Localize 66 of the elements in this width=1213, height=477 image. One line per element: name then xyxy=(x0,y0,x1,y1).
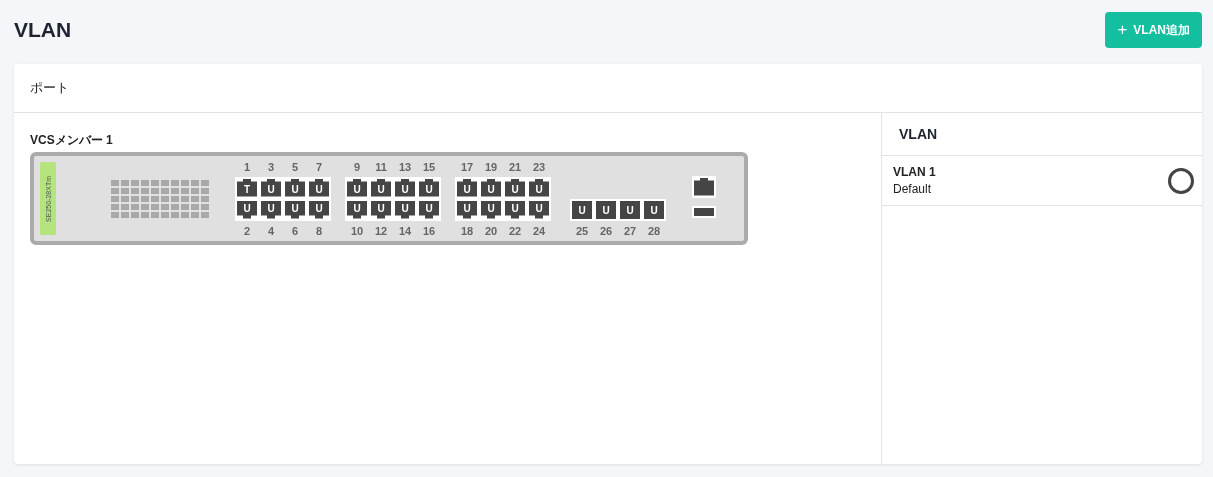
port[interactable]: U xyxy=(419,178,439,197)
port[interactable]: U xyxy=(309,200,329,219)
port-number: 4 xyxy=(266,224,276,237)
port[interactable]: U xyxy=(505,178,525,197)
port[interactable]: U xyxy=(347,200,367,219)
port-number: 19 xyxy=(483,160,499,173)
vlan-name: VLAN 1 xyxy=(893,165,936,179)
port-number: 16 xyxy=(421,224,437,237)
port-number: 8 xyxy=(314,224,324,237)
port-number: 3 xyxy=(266,160,276,173)
port[interactable]: U xyxy=(237,200,257,219)
vlan-item[interactable]: VLAN 1 Default xyxy=(882,156,1202,206)
port-number: 9 xyxy=(352,160,362,173)
port[interactable]: U xyxy=(371,200,391,219)
port[interactable]: U xyxy=(505,200,525,219)
port[interactable]: U xyxy=(395,178,415,197)
port-number: 25 xyxy=(574,225,590,237)
port[interactable]: U xyxy=(395,200,415,219)
port-number: 1 xyxy=(242,160,252,173)
port-number: 17 xyxy=(459,160,475,173)
port[interactable]: T xyxy=(237,178,257,197)
port[interactable]: U xyxy=(347,178,367,197)
port-number: 2 xyxy=(242,224,252,237)
port-number: 26 xyxy=(598,225,614,237)
port-number: 28 xyxy=(646,225,662,237)
page-title: VLAN xyxy=(14,18,72,42)
port[interactable]: U xyxy=(285,178,305,197)
port-number: 23 xyxy=(531,160,547,173)
management-port-icon xyxy=(692,175,716,198)
port-number: 12 xyxy=(373,224,389,237)
port-number: 7 xyxy=(314,160,324,173)
port[interactable]: U xyxy=(457,178,477,197)
port[interactable]: U xyxy=(457,200,477,219)
port-number: 24 xyxy=(531,224,547,237)
port-number: 21 xyxy=(507,160,523,173)
port[interactable]: U xyxy=(572,201,592,219)
vlan-description: Default xyxy=(893,182,933,196)
member-label: VCSメンバー 1 xyxy=(30,132,114,149)
port-number: 18 xyxy=(459,224,475,237)
port-number: 15 xyxy=(421,160,437,173)
port[interactable]: U xyxy=(419,200,439,219)
port[interactable]: U xyxy=(309,178,329,197)
port-number: 13 xyxy=(397,160,413,173)
port-number: 11 xyxy=(374,160,388,173)
console-port-icon xyxy=(692,205,716,218)
port[interactable]: U xyxy=(261,200,281,219)
panel-title: VLAN xyxy=(899,126,938,142)
port[interactable]: U xyxy=(644,201,664,219)
port[interactable]: U xyxy=(529,178,549,197)
port-number: 14 xyxy=(397,224,413,237)
port[interactable]: U xyxy=(481,178,501,197)
radio-button[interactable] xyxy=(1168,167,1194,194)
port-number: 5 xyxy=(290,160,300,173)
port-number: 10 xyxy=(349,224,365,237)
port[interactable]: U xyxy=(596,201,616,219)
port-number: 6 xyxy=(290,224,300,237)
port[interactable]: U xyxy=(261,178,281,197)
port-number: 20 xyxy=(483,224,499,237)
port-number: 22 xyxy=(507,224,523,237)
port[interactable]: U xyxy=(481,200,501,219)
port[interactable]: U xyxy=(620,201,640,219)
card-title: ポート xyxy=(30,79,69,97)
port[interactable]: U xyxy=(285,200,305,219)
port[interactable]: U xyxy=(371,178,391,197)
port-number: 27 xyxy=(622,225,638,237)
port[interactable]: U xyxy=(529,200,549,219)
